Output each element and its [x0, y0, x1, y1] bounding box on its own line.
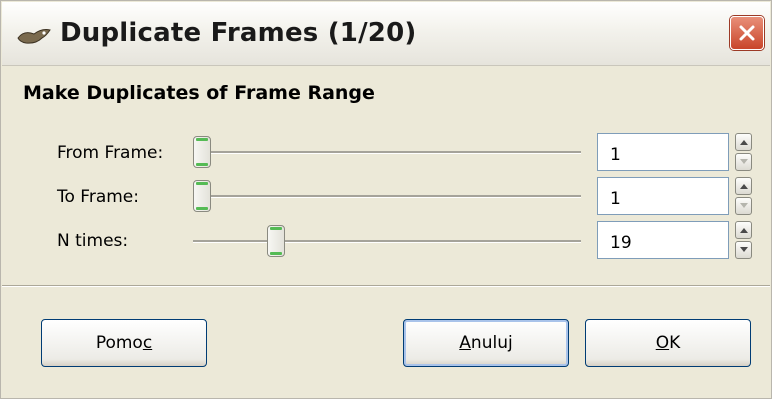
- to-frame-label: To Frame:: [57, 187, 139, 207]
- from-frame-slider-track[interactable]: [193, 151, 581, 154]
- arrow-down-icon: [740, 203, 748, 208]
- close-icon: [739, 25, 755, 41]
- n-times-spinner: [735, 221, 753, 259]
- n-times-label: N times:: [57, 231, 129, 251]
- dialog-window: Duplicate Frames (1/20) Make Duplicates …: [0, 0, 772, 399]
- n-times-slider-thumb[interactable]: [267, 225, 285, 257]
- help-label-prefix: Pomo: [95, 333, 143, 353]
- to-frame-decrement-button[interactable]: [735, 197, 752, 215]
- from-frame-slider-thumb[interactable]: [193, 136, 211, 168]
- title-bar[interactable]: Duplicate Frames (1/20): [2, 2, 770, 66]
- cancel-label-suffix: nuluj: [470, 333, 513, 353]
- to-frame-slider-thumb[interactable]: [193, 180, 211, 212]
- ok-label-mnemonic: O: [655, 333, 670, 353]
- cancel-button[interactable]: Anuluj: [403, 319, 569, 367]
- arrow-up-icon: [740, 140, 748, 145]
- from-frame-increment-button[interactable]: [735, 133, 752, 151]
- close-button[interactable]: [730, 16, 764, 50]
- arrow-down-icon: [740, 247, 748, 252]
- separator: [2, 285, 770, 287]
- from-frame-input[interactable]: 1: [597, 133, 729, 171]
- window-title: Duplicate Frames (1/20): [60, 18, 417, 48]
- help-button[interactable]: Pomoc: [41, 319, 207, 367]
- to-frame-increment-button[interactable]: [735, 177, 752, 195]
- to-frame-slider-track[interactable]: [193, 195, 581, 198]
- help-label-mnemonic: c: [142, 333, 153, 353]
- n-times-input[interactable]: 19: [597, 221, 729, 259]
- n-times-decrement-button[interactable]: [735, 241, 752, 259]
- ok-button[interactable]: OK: [585, 319, 751, 367]
- arrow-up-icon: [740, 228, 748, 233]
- cancel-label-mnemonic: A: [459, 333, 471, 353]
- from-frame-decrement-button[interactable]: [735, 153, 752, 171]
- to-frame-input[interactable]: 1: [597, 177, 729, 215]
- section-heading: Make Duplicates of Frame Range: [23, 82, 375, 104]
- ok-label-suffix: K: [669, 333, 681, 353]
- n-times-increment-button[interactable]: [735, 221, 752, 239]
- to-frame-spinner: [735, 177, 753, 215]
- from-frame-spinner: [735, 133, 753, 171]
- arrow-up-icon: [740, 184, 748, 189]
- from-frame-label: From Frame:: [57, 143, 164, 163]
- n-times-slider-track[interactable]: [193, 240, 581, 243]
- gimp-wilber-icon: [16, 26, 52, 46]
- arrow-down-icon: [740, 159, 748, 164]
